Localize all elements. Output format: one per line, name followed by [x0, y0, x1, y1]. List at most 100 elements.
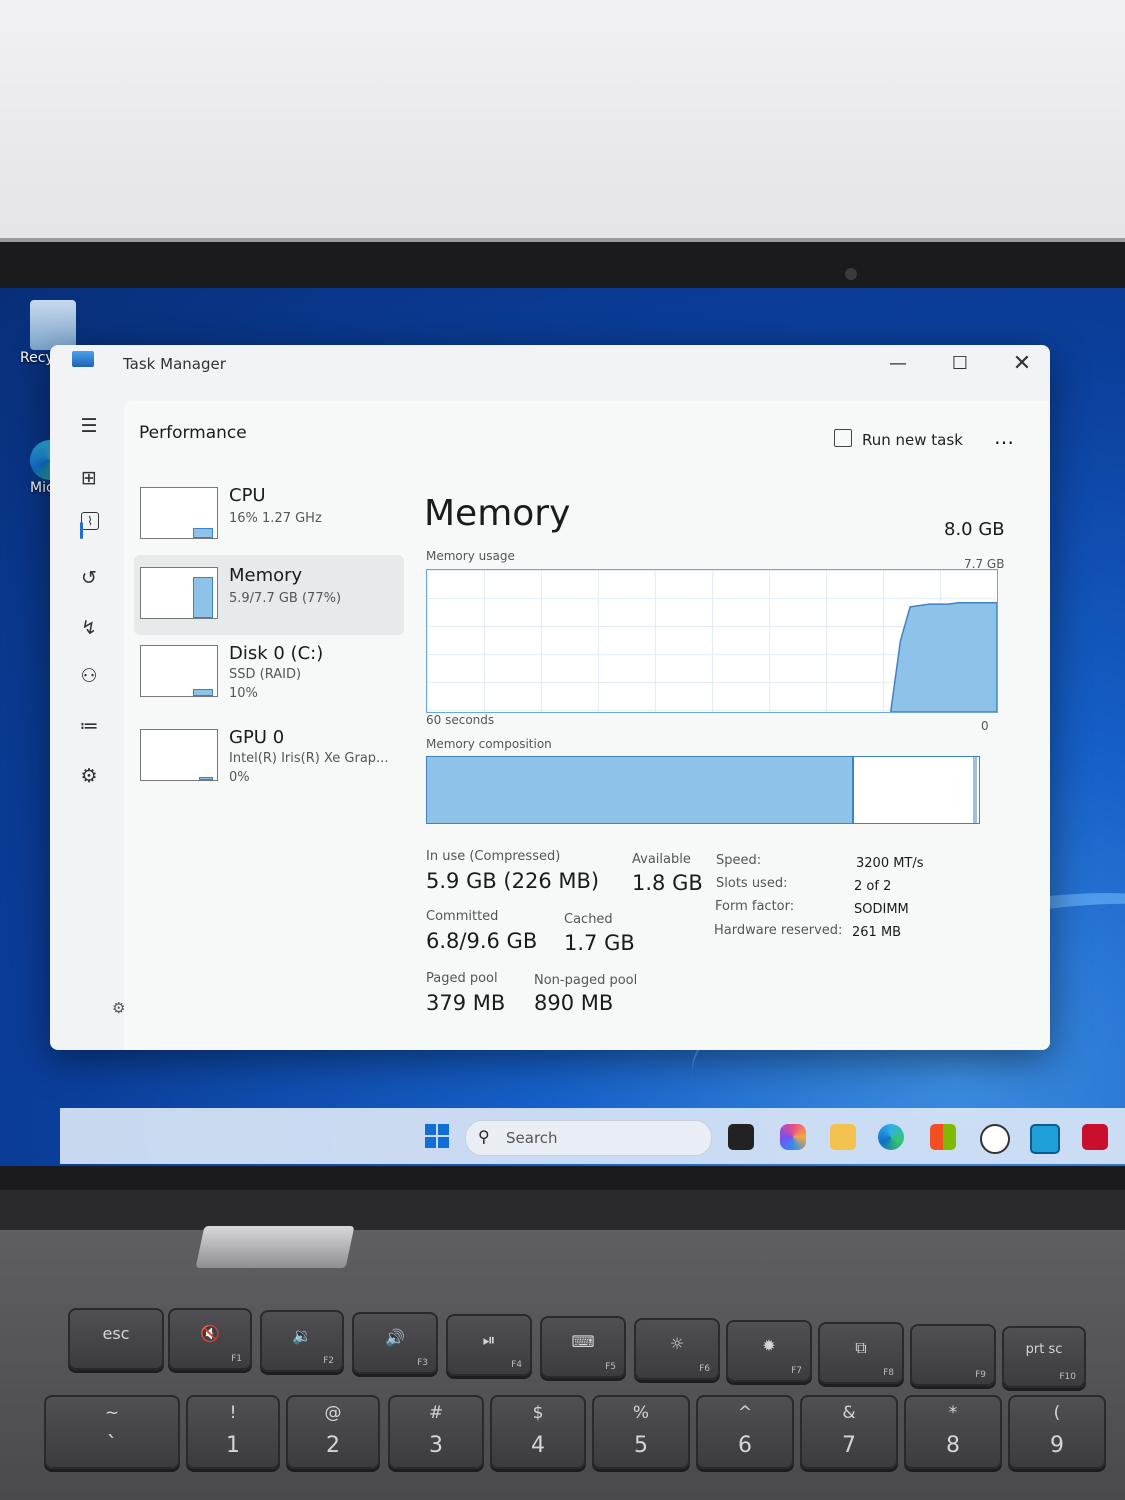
available-label: Available — [632, 852, 691, 867]
key-f7[interactable]: ✹ F7 — [726, 1320, 812, 1382]
cpu-thumbnail-graph — [140, 487, 218, 539]
non-paged-pool-label: Non-paged pool — [534, 973, 638, 988]
key-esc[interactable]: esc — [68, 1308, 164, 1370]
key-3[interactable]: #3 — [388, 1395, 484, 1469]
perf-item-usage: 10% — [229, 686, 258, 701]
search-placeholder: Search — [506, 1129, 558, 1147]
disk-thumbnail-fill — [193, 689, 213, 696]
perf-item-memory[interactable]: Memory 5.9/7.7 GB (77%) — [134, 555, 404, 635]
mcafee-icon[interactable] — [1082, 1124, 1108, 1150]
key-7[interactable]: & 7 — [800, 1395, 898, 1469]
key-fn-label: F7 — [791, 1366, 802, 1376]
perf-item-disk[interactable]: Disk 0 (C:) SSD (RAID) 10% — [134, 633, 404, 713]
slots-used-label: Slots used: — [716, 876, 788, 891]
settings-icon[interactable]: ⚙ — [112, 999, 125, 1017]
perf-item-name: Memory — [229, 565, 303, 586]
startup-apps-icon[interactable]: ↯ — [70, 611, 108, 645]
windows-logo-tile — [438, 1137, 449, 1148]
key-label: 4 — [531, 1433, 545, 1458]
key-6[interactable]: ^ 6 — [696, 1395, 794, 1469]
app-icon[interactable] — [1030, 1124, 1060, 1154]
taskbar-search-box[interactable]: ⚲ Search — [465, 1120, 712, 1156]
key-2[interactable]: @2 — [286, 1395, 380, 1469]
disk-thumbnail-graph — [140, 645, 218, 697]
committed-value: 6.8/9.6 GB — [426, 929, 538, 953]
key-f8[interactable]: ⧉ F8 — [818, 1322, 904, 1384]
speed-label: Speed: — [716, 853, 762, 868]
windows-logo-tile — [438, 1124, 449, 1135]
key-label: ✹ — [762, 1336, 776, 1355]
key-8[interactable]: * 8 — [904, 1395, 1002, 1469]
run-new-task-button[interactable]: Run new task — [834, 429, 963, 449]
file-explorer-icon[interactable] — [830, 1124, 856, 1150]
processes-icon[interactable]: ⊞ — [70, 461, 108, 495]
maximize-button[interactable]: ☐ — [938, 349, 982, 379]
edge-taskbar-icon[interactable] — [878, 1124, 904, 1150]
key-label: ☼ — [669, 1334, 685, 1353]
in-use-label: In use (Compressed) — [426, 849, 561, 864]
users-icon[interactable]: ⚇ — [70, 659, 108, 693]
key-label: 2 — [326, 1433, 340, 1458]
key-prtsc[interactable]: prt sc F10 — [1002, 1326, 1086, 1388]
recycle-bin-label: Recy — [20, 350, 54, 366]
key-f9[interactable]: F9 — [910, 1324, 996, 1386]
key-fn-label: F1 — [231, 1354, 242, 1364]
minimize-button[interactable]: — — [876, 349, 920, 379]
key-f5[interactable]: ⌨ F5 — [540, 1316, 626, 1378]
start-button[interactable] — [425, 1124, 449, 1148]
key-shift-label: # — [428, 1403, 444, 1423]
close-button[interactable]: ✕ — [1000, 349, 1044, 379]
perf-item-name: GPU 0 — [229, 727, 285, 748]
composition-standby — [973, 757, 977, 823]
memory-usage-min: 0 — [981, 719, 989, 733]
key-5[interactable]: % 5 — [592, 1395, 690, 1469]
key-fn-label: F10 — [1059, 1372, 1076, 1382]
non-paged-pool-value: 890 MB — [534, 991, 614, 1015]
app-history-icon[interactable]: ↺ — [70, 561, 108, 595]
key-1[interactable]: ! 1 — [186, 1395, 280, 1469]
store-icon[interactable] — [930, 1124, 956, 1150]
key-label: 6 — [738, 1433, 752, 1458]
key-fn-label: F6 — [699, 1364, 710, 1374]
key-shift-label: % — [632, 1403, 650, 1423]
paged-pool-label: Paged pool — [426, 971, 498, 986]
key-f2[interactable]: 🔉 F2 — [260, 1310, 344, 1372]
performance-icon[interactable]: ⌇ — [80, 512, 99, 539]
dell-icon[interactable] — [980, 1124, 1010, 1154]
hamburger-menu-icon[interactable]: ☰ — [70, 409, 108, 443]
navigation-sidebar: ☰ ⊞ ⌇ ↺ ↯ ⚇ ≔ ⚙ — [50, 391, 124, 1050]
key-shift-label: ^ — [737, 1403, 753, 1423]
key-f6[interactable]: ☼ F6 — [634, 1318, 720, 1380]
committed-label: Committed — [426, 909, 499, 924]
perf-item-gpu[interactable]: GPU 0 Intel(R) Iris(R) Xe Grap... 0% — [134, 717, 404, 797]
key-4[interactable]: $4 — [490, 1395, 586, 1469]
windows-logo-tile — [425, 1124, 436, 1135]
key-shift-label: $ — [532, 1403, 544, 1423]
perf-item-detail: 16% 1.27 GHz — [229, 511, 322, 526]
key-label: 5 — [634, 1433, 648, 1458]
copilot-icon[interactable] — [780, 1124, 806, 1150]
key-9[interactable]: (9 — [1008, 1395, 1106, 1469]
title-bar[interactable]: Task Manager — ☐ ✕ — [50, 345, 1050, 391]
webcam — [845, 268, 857, 280]
key-f1[interactable]: 🔇 F1 — [168, 1308, 252, 1370]
key-label: 3 — [429, 1433, 443, 1458]
form-factor-value: SODIMM — [854, 902, 909, 917]
details-icon[interactable]: ≔ — [70, 709, 108, 743]
key-fn-label: F2 — [323, 1356, 334, 1366]
key-backtick[interactable]: ~ ` — [44, 1395, 180, 1469]
key-f3[interactable]: 🔊 F3 — [352, 1312, 438, 1374]
perf-item-cpu[interactable]: CPU 16% 1.27 GHz — [134, 475, 404, 555]
key-shift-label: ( — [1053, 1403, 1061, 1423]
more-options-button[interactable]: … — [994, 427, 1016, 447]
task-view-icon[interactable] — [728, 1124, 754, 1150]
key-fn-label: F8 — [883, 1368, 894, 1378]
key-f4[interactable]: ⏯ F4 — [446, 1314, 532, 1376]
memory-usage-graph — [426, 569, 998, 713]
page-title: Performance — [139, 423, 247, 443]
memory-total: 8.0 GB — [944, 519, 1005, 540]
key-label: 9 — [1050, 1433, 1064, 1458]
services-icon[interactable]: ⚙ — [70, 759, 108, 793]
form-factor-label: Form factor: — [715, 899, 795, 914]
composition-in-use — [427, 757, 854, 823]
